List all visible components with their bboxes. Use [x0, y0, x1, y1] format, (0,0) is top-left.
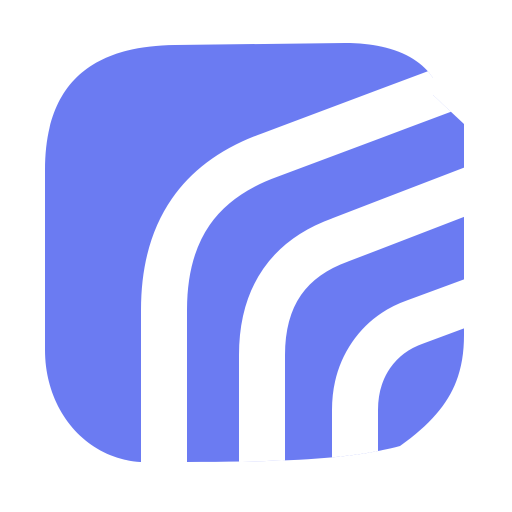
app-logo-canvas — [0, 0, 512, 512]
app-logo-icon — [45, 43, 464, 462]
